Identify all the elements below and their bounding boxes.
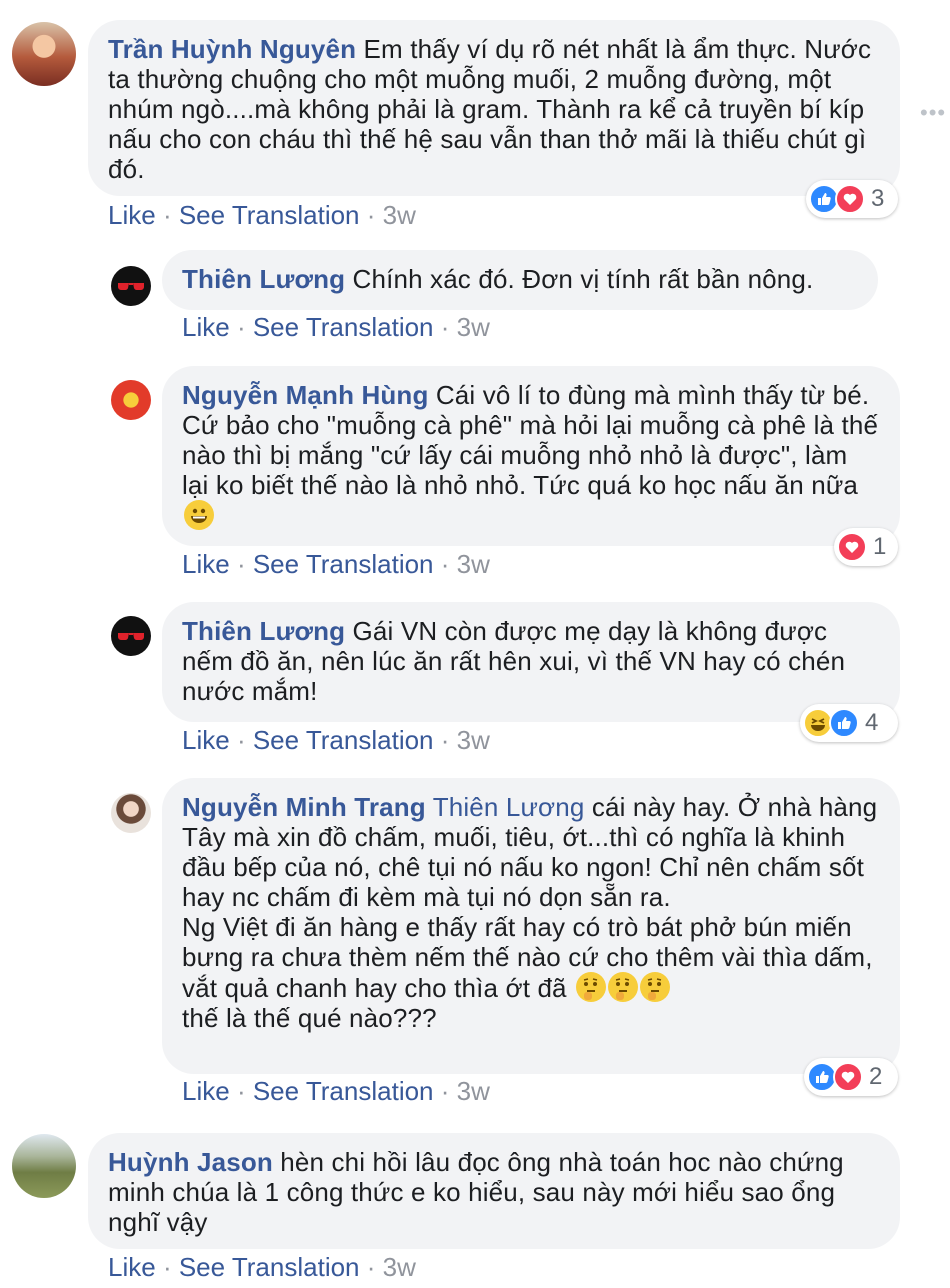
see-translation-link[interactable]: See Translation	[253, 549, 434, 579]
comment-actions: Like · See Translation · 3w	[182, 312, 490, 343]
comment-bubble: Thiên Lương Gái VN còn được mẹ dạy là kh…	[162, 602, 900, 722]
timestamp[interactable]: 3w	[457, 549, 490, 579]
reaction-summary[interactable]: 3	[806, 180, 898, 218]
see-translation-link[interactable]: See Translation	[253, 725, 434, 755]
see-translation-link[interactable]: See Translation	[253, 1076, 434, 1106]
comment-bubble: Thiên Lương Chính xác đó. Đơn vị tính rấ…	[162, 250, 878, 310]
timestamp[interactable]: 3w	[457, 312, 490, 342]
avatar[interactable]	[12, 22, 76, 86]
sunglasses-icon	[118, 283, 144, 291]
love-icon	[837, 532, 867, 562]
like-link[interactable]: Like	[182, 549, 230, 579]
separator-dot: ·	[162, 200, 172, 230]
like-link[interactable]: Like	[108, 1252, 156, 1282]
thinking-face-icon	[640, 972, 671, 1002]
separator-dot: ·	[162, 1252, 172, 1282]
comment-text: Chính xác đó. Đơn vị tính rất bần nông.	[352, 264, 814, 294]
mention-tag[interactable]: Thiên Lương	[433, 792, 585, 822]
love-icon	[833, 1062, 863, 1092]
thinking-face-icon	[576, 972, 607, 1002]
separator-dot: ·	[366, 1252, 376, 1282]
comment-text-line-2: Ng Việt đi ăn hàng e thấy rất hay có trò…	[182, 912, 873, 1003]
timestamp[interactable]: 3w	[457, 725, 490, 755]
comment-bubble: Huỳnh Jason hèn chi hồi lâu đọc ông nhà …	[88, 1133, 900, 1249]
comment-author[interactable]: Trần Huỳnh Nguyên	[108, 34, 356, 64]
avatar[interactable]	[111, 266, 151, 306]
separator-dot: ·	[236, 549, 246, 579]
reaction-count: 2	[869, 1063, 883, 1090]
reaction-summary[interactable]: 2	[804, 1058, 898, 1096]
comment-actions: Like · See Translation · 3w	[182, 549, 490, 580]
more-options-icon[interactable]: •••	[920, 100, 946, 126]
comment-actions: Like · See Translation · 3w	[108, 1252, 416, 1283]
separator-dot: ·	[440, 312, 450, 342]
reaction-count: 4	[865, 709, 879, 736]
comment-bubble: Nguyễn Minh Trang Thiên Lương cái này ha…	[162, 778, 900, 1074]
comment-author[interactable]: Thiên Lương	[182, 616, 345, 646]
grinning-face-icon	[184, 500, 214, 530]
like-link[interactable]: Like	[108, 200, 156, 230]
separator-dot: ·	[440, 1076, 450, 1106]
separator-dot: ·	[366, 200, 376, 230]
reaction-count: 3	[871, 185, 885, 212]
avatar[interactable]	[111, 616, 151, 656]
separator-dot: ·	[440, 725, 450, 755]
timestamp[interactable]: 3w	[457, 1076, 490, 1106]
sunglasses-icon	[118, 633, 144, 641]
comment-text-line-3: thế là thế qué nào???	[182, 1003, 437, 1033]
comment-author[interactable]: Nguyễn Mạnh Hùng	[182, 380, 429, 410]
reaction-summary[interactable]: 4	[800, 704, 898, 742]
like-link[interactable]: Like	[182, 312, 230, 342]
avatar[interactable]	[111, 793, 151, 833]
comment-author[interactable]: Thiên Lương	[182, 264, 345, 294]
separator-dot: ·	[236, 1076, 246, 1106]
reaction-summary[interactable]: 1	[834, 528, 898, 566]
comment-author[interactable]: Nguyễn Minh Trang	[182, 792, 426, 822]
separator-dot: ·	[236, 312, 246, 342]
comment-bubble: Trần Huỳnh Nguyên Em thấy ví dụ rõ nét n…	[88, 20, 900, 196]
comment-actions: Like · See Translation · 3w	[182, 1076, 490, 1107]
avatar[interactable]	[12, 1134, 76, 1198]
comment-actions: Like · See Translation · 3w	[182, 725, 490, 756]
comment-actions: Like · See Translation · 3w	[108, 200, 416, 231]
separator-dot: ·	[440, 549, 450, 579]
love-icon	[835, 184, 865, 214]
thinking-face-icon	[608, 972, 639, 1002]
reaction-count: 1	[873, 533, 887, 560]
timestamp[interactable]: 3w	[383, 1252, 416, 1282]
comment-author[interactable]: Huỳnh Jason	[108, 1147, 273, 1177]
like-link[interactable]: Like	[182, 725, 230, 755]
see-translation-link[interactable]: See Translation	[179, 1252, 360, 1282]
like-link[interactable]: Like	[182, 1076, 230, 1106]
comment-bubble: Nguyễn Mạnh Hùng Cái vô lí to đùng mà mì…	[162, 366, 900, 546]
separator-dot: ·	[236, 725, 246, 755]
see-translation-link[interactable]: See Translation	[253, 312, 434, 342]
like-icon	[829, 708, 859, 738]
timestamp[interactable]: 3w	[383, 200, 416, 230]
avatar[interactable]	[111, 380, 151, 420]
see-translation-link[interactable]: See Translation	[179, 200, 360, 230]
